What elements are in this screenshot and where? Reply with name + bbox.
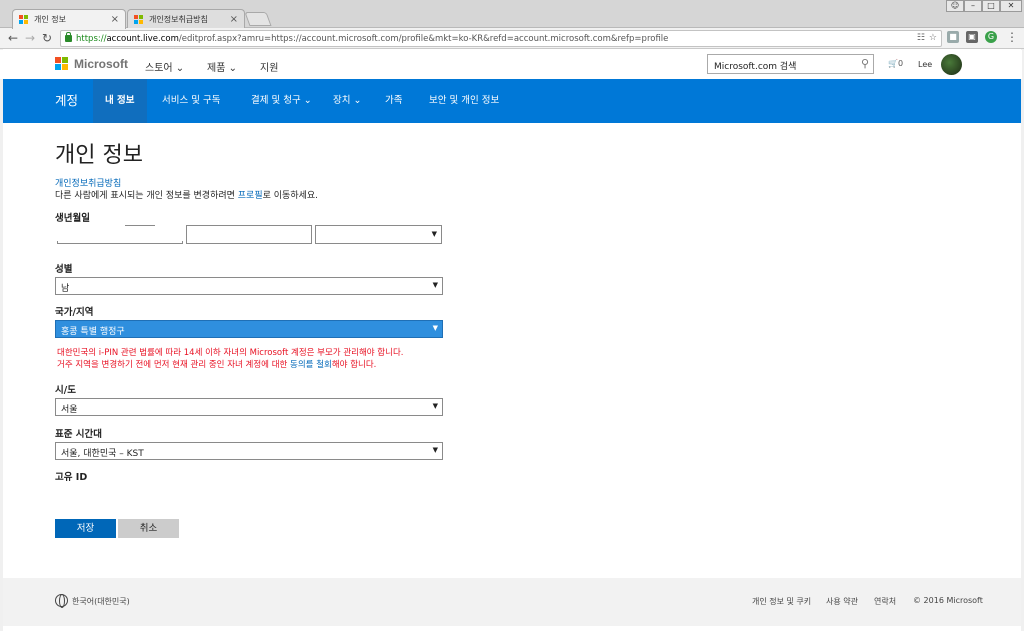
reload-icon[interactable]: ↻ bbox=[42, 31, 52, 45]
bookmark-star-icon[interactable]: ☆ bbox=[929, 33, 937, 43]
browser-toolbar: ← → ↻ https:// account.live.com /editpro… bbox=[0, 28, 1024, 49]
gender-select[interactable]: 남 ▼ bbox=[55, 277, 443, 295]
account-nav: 계정 내 정보 서비스 및 구독 결제 및 청구 ⌄ 장치 ⌄ 가족 보안 및 … bbox=[3, 79, 1021, 123]
site-footer: 한국어(대한민국) 개인 정보 및 쿠키 사용 약관 연락처 © 2016 Mi… bbox=[3, 578, 1021, 626]
unique-id-label: 고유 ID bbox=[55, 472, 88, 483]
url-path: /editprof.aspx?amru=https://account.micr… bbox=[178, 33, 669, 44]
microsoft-logo-icon bbox=[55, 57, 69, 71]
search-input[interactable]: Microsoft.com 검색 ⚲ bbox=[707, 54, 874, 74]
translate-icon[interactable]: ☷ bbox=[917, 33, 925, 43]
cart-count: 0 bbox=[897, 59, 904, 68]
window-close-icon[interactable]: ✕ bbox=[1000, 0, 1022, 12]
save-button[interactable]: 저장 bbox=[55, 519, 116, 538]
dob-month-select[interactable] bbox=[186, 225, 312, 244]
country-label: 국가/지역 bbox=[55, 307, 94, 318]
new-tab-button[interactable] bbox=[244, 12, 272, 26]
microsoft-logo-icon bbox=[134, 14, 144, 25]
avatar[interactable] bbox=[941, 54, 962, 75]
gender-value: 남 bbox=[61, 284, 70, 294]
search-icon[interactable]: ⚲ bbox=[861, 57, 869, 70]
address-bar[interactable]: https:// account.live.com /editprof.aspx… bbox=[60, 30, 942, 47]
city-label: 시/도 bbox=[55, 385, 76, 396]
chevron-down-icon: ▼ bbox=[432, 402, 438, 410]
city-value: 서울 bbox=[61, 405, 78, 415]
consent-warning: 거주 지역을 변경하기 전에 먼저 현재 관리 중인 자녀 계정에 대한 동의를… bbox=[57, 358, 376, 370]
cart-icon: 🛒 bbox=[888, 59, 898, 68]
ipin-warning: 대한민국의 i-PIN 관련 법률에 따라 14세 이하 자녀의 Microso… bbox=[57, 348, 404, 358]
chevron-down-icon: ▼ bbox=[431, 230, 437, 238]
chevron-down-icon: ▼ bbox=[432, 324, 438, 332]
tab-my-info[interactable]: 내 정보 bbox=[93, 79, 147, 123]
search-placeholder: Microsoft.com 검색 bbox=[714, 62, 797, 72]
nav-store[interactable]: 스토어 ⌄ bbox=[145, 59, 184, 74]
profile-link[interactable]: 프로필 bbox=[238, 191, 263, 201]
redaction-mask bbox=[155, 223, 185, 241]
consent-warning-text: 거주 지역을 변경하기 전에 먼저 현재 관리 중인 자녀 계정에 대한 bbox=[57, 360, 291, 370]
chevron-down-icon: ▼ bbox=[432, 446, 438, 454]
tab-services[interactable]: 서비스 및 구독 bbox=[150, 79, 232, 123]
terms-link[interactable]: 사용 약관 bbox=[826, 596, 858, 607]
tab-devices[interactable]: 장치 ⌄ bbox=[321, 79, 373, 123]
window-border bbox=[0, 49, 3, 631]
contact-link[interactable]: 연락처 bbox=[874, 596, 896, 607]
globe-icon bbox=[55, 594, 68, 608]
minimize-icon[interactable]: – bbox=[964, 0, 982, 12]
cancel-button[interactable]: 취소 bbox=[118, 519, 179, 538]
copyright: © 2016 Microsoft bbox=[913, 596, 983, 605]
nav-support[interactable]: 지원 bbox=[260, 59, 278, 74]
tab-billing[interactable]: 결제 및 청구 ⌄ bbox=[239, 79, 324, 123]
extension-icon[interactable]: ▣ bbox=[966, 31, 978, 43]
browser-tab[interactable]: 개인정보취급방침 × bbox=[127, 9, 245, 29]
country-select[interactable]: 홍콩 특별 행정구 ▼ bbox=[55, 320, 443, 338]
language-selector[interactable]: 한국어(대한민국) bbox=[72, 596, 130, 607]
gender-label: 성별 bbox=[55, 264, 73, 275]
close-icon[interactable]: × bbox=[111, 14, 119, 25]
url-host: account.live.com bbox=[106, 33, 179, 44]
browser-tab-bar: 개인 정보 × 개인정보취급방침 × ☺ – □ ✕ bbox=[0, 0, 1024, 29]
close-icon[interactable]: × bbox=[230, 14, 238, 25]
tab-title: 개인정보취급방침 bbox=[149, 15, 208, 24]
cart-button[interactable]: 🛒0 bbox=[888, 59, 903, 68]
account-home-link[interactable]: 계정 bbox=[43, 79, 90, 123]
arrow-left-icon[interactable]: ← bbox=[8, 31, 18, 45]
profile-note-text: 다른 사람에게 표시되는 개인 정보를 변경하려면 bbox=[55, 191, 238, 201]
privacy-cookies-link[interactable]: 개인 정보 및 쿠키 bbox=[752, 596, 811, 607]
page-title: 개인 정보 bbox=[55, 143, 143, 168]
consent-warning-text-end: 해야 합니다. bbox=[331, 360, 377, 370]
user-name[interactable]: Lee bbox=[918, 60, 932, 69]
dob-label: 생년월일 bbox=[55, 213, 90, 224]
profile-note-text-end: 로 이동하세요. bbox=[262, 191, 319, 201]
user-profile-icon[interactable]: ☺ bbox=[946, 0, 964, 12]
maximize-icon[interactable]: □ bbox=[982, 0, 1000, 12]
revoke-consent-link[interactable]: 동의를 철회 bbox=[290, 360, 332, 370]
nav-products[interactable]: 제품 ⌄ bbox=[207, 59, 237, 74]
chevron-down-icon: ▼ bbox=[432, 281, 438, 289]
city-select[interactable]: 서울 ▼ bbox=[55, 398, 443, 416]
arrow-right-icon[interactable]: → bbox=[25, 31, 35, 45]
tab-security-privacy[interactable]: 보안 및 개인 정보 bbox=[417, 79, 511, 123]
url-scheme: https:// bbox=[76, 33, 107, 44]
logo-text: Microsoft bbox=[74, 57, 128, 71]
lock-icon bbox=[65, 32, 72, 42]
country-value: 홍콩 특별 행정구 bbox=[61, 327, 125, 337]
profile-note: 다른 사람에게 표시되는 개인 정보를 변경하려면 프로필로 이동하세요. bbox=[55, 188, 318, 201]
timezone-select[interactable]: 서울, 대한민국 – KST ▼ bbox=[55, 442, 443, 460]
microsoft-logo-icon bbox=[19, 14, 29, 25]
grammarly-icon[interactable]: G bbox=[985, 31, 997, 43]
menu-icon[interactable]: ⋮ bbox=[1006, 30, 1018, 44]
redaction-mask bbox=[55, 223, 125, 241]
timezone-value: 서울, 대한민국 – KST bbox=[61, 449, 144, 459]
tab-title: 개인 정보 bbox=[34, 15, 66, 24]
site-header: Microsoft 스토어 ⌄ 제품 ⌄ 지원 Microsoft.com 검색… bbox=[0, 50, 1022, 79]
dob-day-select[interactable]: ▼ bbox=[315, 225, 442, 244]
timezone-label: 표준 시간대 bbox=[55, 429, 103, 440]
tab-family[interactable]: 가족 bbox=[373, 79, 414, 123]
browser-tab-active[interactable]: 개인 정보 × bbox=[12, 9, 126, 29]
microsoft-logo[interactable]: Microsoft bbox=[55, 57, 128, 71]
extension-icon[interactable]: ■ bbox=[947, 31, 959, 43]
